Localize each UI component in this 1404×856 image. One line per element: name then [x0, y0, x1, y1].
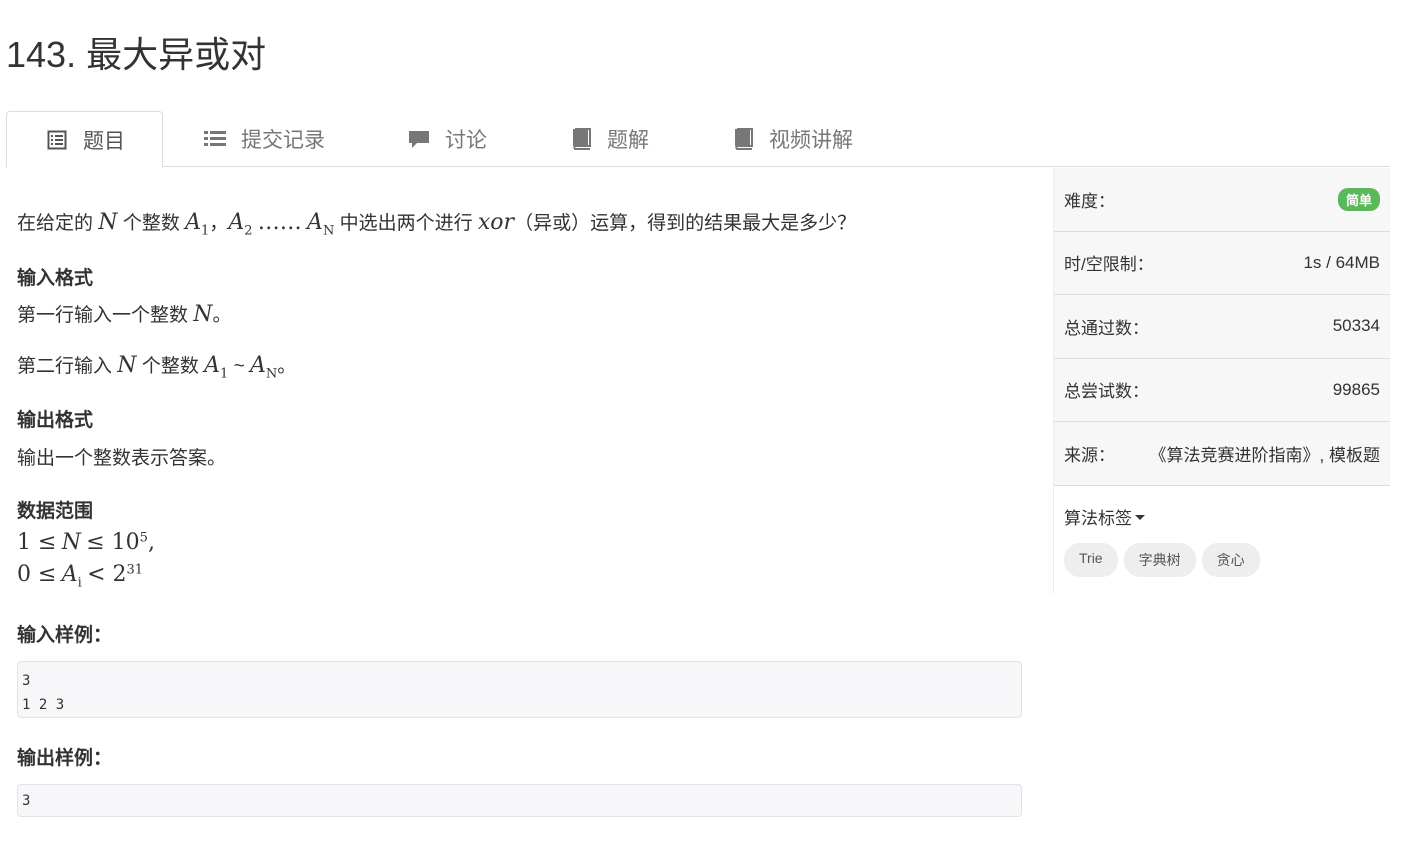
tab-label: 题解 [607, 129, 649, 152]
tab-problem[interactable]: 题目 [6, 111, 163, 168]
tag-dictionary-tree[interactable]: 字典树 [1123, 543, 1196, 577]
tag-list: Trie 字典树 贪心 [1064, 543, 1260, 577]
tag-trie[interactable]: Trie [1064, 543, 1118, 577]
limit-row: 时/空限制： 1s / 64MB [1054, 231, 1390, 295]
sample-input-box: 3 1 2 3 [17, 661, 1022, 718]
sample-output-heading: 输出样例： [17, 748, 113, 769]
tag-greedy[interactable]: 贪心 [1201, 543, 1260, 577]
list-icon [203, 127, 227, 151]
source-row: 来源： 《算法竞赛进阶指南》, 模板题 [1054, 422, 1390, 486]
range-heading: 数据范围 [17, 501, 94, 522]
tab-solutions[interactable]: 题解 [525, 111, 687, 167]
difficulty-badge: 简单 [1337, 187, 1380, 211]
input-format-heading: 输入格式 [17, 268, 94, 289]
problem-tabs: 题目 提交记录 讨论 题解 视频讲解 [6, 111, 1390, 168]
range-line1: 1 ≤ N ≤ 105, [17, 530, 155, 555]
range-line2: 0 ≤ Ai < 231 [17, 562, 144, 591]
tab-discussion[interactable]: 讨论 [363, 111, 525, 167]
page-title: 143. 最大异或对 [6, 34, 267, 75]
comment-icon [407, 127, 431, 151]
caret-down-icon [1135, 515, 1145, 520]
input-format-line2: 第二行输入 N 个整数 A1 ~ AN。 [17, 353, 297, 382]
tab-label: 提交记录 [241, 129, 325, 152]
sample-input-heading: 输入样例： [17, 625, 113, 646]
sample-output-box: 3 [17, 784, 1022, 817]
tags-toggle[interactable]: 算法标签 [1064, 504, 1145, 529]
book-icon [731, 127, 755, 151]
passed-row: 总通过数： 50334 [1054, 295, 1390, 359]
tab-label: 视频讲解 [769, 129, 853, 152]
output-format-heading: 输出格式 [17, 410, 94, 431]
problem-info-panel: 难度： 简单 时/空限制： 1s / 64MB 总通过数： 50334 总尝试数… [1053, 168, 1390, 594]
difficulty-row: 难度： 简单 [1054, 168, 1390, 232]
tab-submissions[interactable]: 提交记录 [163, 111, 363, 167]
tab-label: 讨论 [445, 129, 487, 152]
tab-video[interactable]: 视频讲解 [687, 111, 887, 167]
output-format-line: 输出一个整数表示答案。 [17, 448, 227, 469]
tries-row: 总尝试数： 99865 [1054, 358, 1390, 422]
problem-statement: 在给定的 N 个整数 A1，A2 …… AN 中选出两个进行 xor（异或）运算… [17, 210, 857, 239]
list-alt-icon [45, 128, 69, 152]
source-link[interactable]: 《算法竞赛进阶指南》, 模板题 [1150, 441, 1380, 466]
input-format-line1: 第一行输入一个整数 N。 [17, 302, 232, 327]
tab-label: 题目 [83, 129, 125, 153]
book-icon [569, 127, 593, 151]
